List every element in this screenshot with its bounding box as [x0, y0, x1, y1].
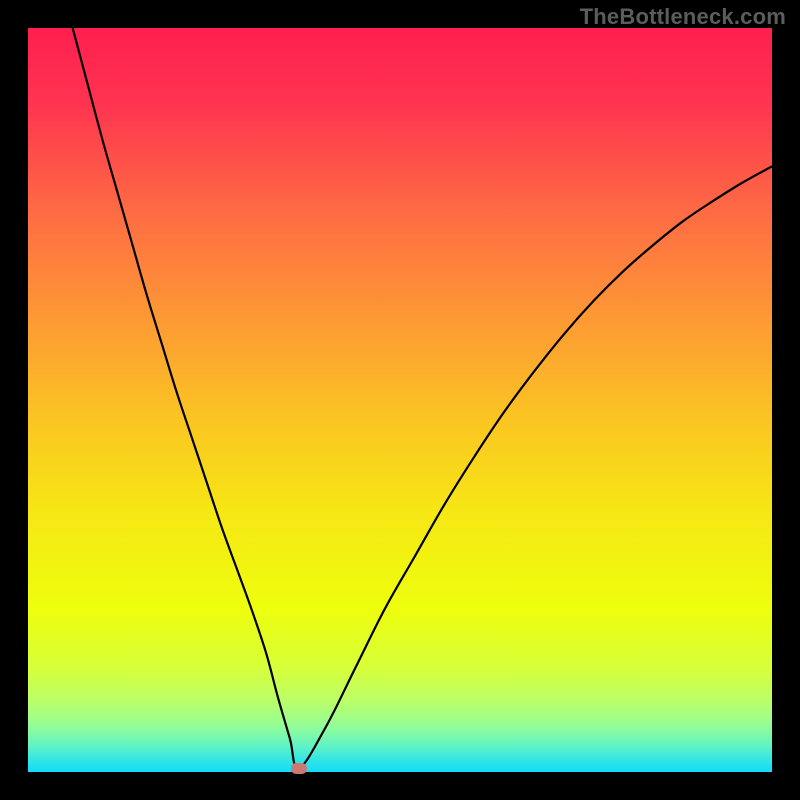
chart-frame: TheBottleneck.com — [0, 0, 800, 800]
optimal-point-marker — [291, 763, 307, 774]
bottleneck-curve — [28, 28, 772, 772]
watermark-text: TheBottleneck.com — [580, 4, 786, 30]
plot-area — [28, 28, 772, 772]
